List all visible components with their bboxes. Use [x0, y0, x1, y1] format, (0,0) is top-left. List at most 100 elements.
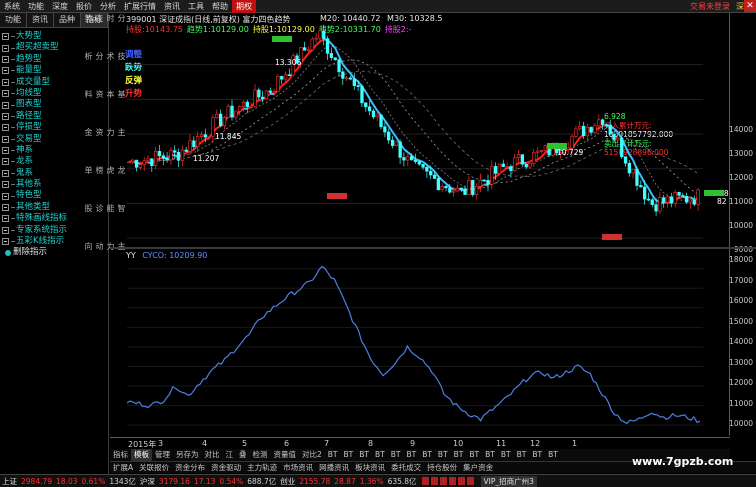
indicator-tab[interactable]: BT: [435, 449, 451, 461]
menu-item-5[interactable]: 扩展行情: [120, 0, 160, 13]
expand-icon[interactable]: [2, 78, 9, 86]
indicator-tab[interactable]: 管理: [152, 449, 173, 461]
indicator-tab[interactable]: BT: [403, 449, 419, 461]
indicator-tab[interactable]: BT: [419, 449, 435, 461]
expand-icon[interactable]: [2, 112, 9, 120]
side-label[interactable]: 智能诊股: [84, 204, 127, 211]
expand-icon[interactable]: [2, 158, 9, 166]
indicator-tab[interactable]: 对比: [202, 449, 223, 461]
indicator-tab[interactable]: BT: [466, 449, 482, 461]
indicator-tab[interactable]: 资量值: [271, 449, 300, 461]
expand-icon[interactable]: [2, 90, 9, 98]
tree-item[interactable]: 特色型: [0, 190, 108, 201]
expand-icon[interactable]: [2, 147, 9, 155]
expand-icon[interactable]: [2, 33, 9, 41]
broker-label[interactable]: VIP_招商广州3: [480, 475, 537, 487]
indicator-tab[interactable]: 模板: [131, 449, 152, 461]
expand-icon[interactable]: [2, 124, 9, 132]
indicator-tab[interactable]: BT: [388, 449, 404, 461]
tree-item[interactable]: 图表型: [0, 99, 108, 110]
candle-body: [287, 74, 292, 77]
candle-body: [413, 159, 418, 162]
tree-item[interactable]: 能量型: [0, 65, 108, 76]
menu-item-3[interactable]: 报价: [72, 0, 96, 13]
indicator-tab[interactable]: 叠: [236, 449, 250, 461]
indicator-tab[interactable]: 另存为: [173, 449, 202, 461]
expand-icon[interactable]: [2, 101, 9, 109]
extension-tab[interactable]: 主力轨迹: [244, 462, 280, 473]
indicator-tab[interactable]: BT: [514, 449, 530, 461]
indicator-tab[interactable]: BT: [341, 449, 357, 461]
tree-item[interactable]: 专家系统指示: [0, 225, 108, 236]
menu-item-0[interactable]: 系统: [0, 0, 24, 13]
menu-item-9[interactable]: 期权: [232, 0, 256, 13]
expand-icon[interactable]: [2, 135, 9, 143]
candle-body: [165, 158, 169, 161]
expand-icon[interactable]: [2, 215, 9, 223]
tree-item[interactable]: 大势型: [0, 31, 108, 42]
expand-icon[interactable]: [2, 67, 9, 75]
menu-item-6[interactable]: 资讯: [160, 0, 184, 13]
extension-tab[interactable]: 委托成交: [388, 462, 424, 473]
expand-icon[interactable]: [2, 181, 9, 189]
indicator-tab[interactable]: BT: [545, 449, 561, 461]
tree-item[interactable]: 路径型: [0, 111, 108, 122]
extension-tab[interactable]: 网播资讯: [316, 462, 352, 473]
indicator-tab[interactable]: BT: [482, 449, 498, 461]
expand-icon[interactable]: [2, 169, 9, 177]
extension-tab[interactable]: 市场资讯: [280, 462, 316, 473]
expand-icon[interactable]: [2, 204, 9, 212]
indicator-tab[interactable]: BT: [451, 449, 467, 461]
upper-price-chart[interactable]: 13.30611.84511.20710.7290.68082: [127, 13, 730, 247]
extension-tab[interactable]: 资金驱动: [208, 462, 244, 473]
indicator-tab[interactable]: 江: [223, 449, 237, 461]
sidebar-tab-1[interactable]: 资讯: [27, 13, 54, 27]
side-label[interactable]: 主力资金: [84, 128, 127, 135]
sidebar-tab-2[interactable]: 品种: [54, 13, 81, 27]
extension-tab[interactable]: 集户资金: [460, 462, 496, 473]
candle-body: [513, 157, 517, 172]
expand-icon[interactable]: [2, 55, 9, 63]
menu-item-4[interactable]: 分析: [96, 0, 120, 13]
extension-tab[interactable]: 持仓股份: [424, 462, 460, 473]
candle-body: [600, 119, 605, 125]
tree-item[interactable]: 删除指示: [0, 247, 108, 258]
tree-line-icon: [11, 229, 15, 231]
sidebar-tab-0[interactable]: 功能: [0, 13, 27, 27]
indicator-tab[interactable]: 指标: [110, 449, 131, 461]
side-label[interactable]: 龙虎榜单: [84, 166, 127, 173]
expand-icon[interactable]: [2, 238, 9, 246]
menu-item-1[interactable]: 功能: [24, 0, 48, 13]
tree-item[interactable]: 其他系: [0, 179, 108, 190]
expand-icon[interactable]: [2, 192, 9, 200]
indicator-tab[interactable]: BT: [372, 449, 388, 461]
candle-body: [493, 166, 498, 174]
menu-item-7[interactable]: 工具: [184, 0, 208, 13]
candle-body: [322, 30, 326, 39]
indicator-tab[interactable]: BT: [325, 449, 341, 461]
menu-item-2[interactable]: 深度: [48, 0, 72, 13]
tree-item[interactable]: 成交量型: [0, 77, 108, 88]
indicator-tab[interactable]: BT: [498, 449, 514, 461]
candle-body: [234, 110, 238, 118]
menu-item-8[interactable]: 帮助: [208, 0, 232, 13]
indicator-tab[interactable]: BT: [356, 449, 372, 461]
trade-login-status[interactable]: 交易未登录: [690, 1, 730, 12]
candle-body: [627, 162, 632, 174]
tree-line-icon: [11, 161, 15, 163]
close-icon[interactable]: ✕: [744, 0, 756, 12]
expand-icon[interactable]: [2, 44, 9, 52]
expand-icon[interactable]: [2, 226, 9, 234]
extension-tab[interactable]: 资金分布: [172, 462, 208, 473]
lower-indicator-chart[interactable]: [127, 249, 730, 435]
candle-body: [398, 141, 402, 158]
indicator-tab[interactable]: 检测: [250, 449, 271, 461]
extension-tab[interactable]: 板块资讯: [352, 462, 388, 473]
tree-item[interactable]: 交易型: [0, 134, 108, 145]
tree-item[interactable]: 神系: [0, 145, 108, 156]
extension-tab[interactable]: 关联报价: [136, 462, 172, 473]
tree-item[interactable]: 特殊画线指标: [0, 213, 108, 224]
extension-tab[interactable]: 扩展A: [110, 462, 136, 473]
indicator-tab[interactable]: 对比2: [299, 449, 325, 461]
indicator-tab[interactable]: BT: [529, 449, 545, 461]
